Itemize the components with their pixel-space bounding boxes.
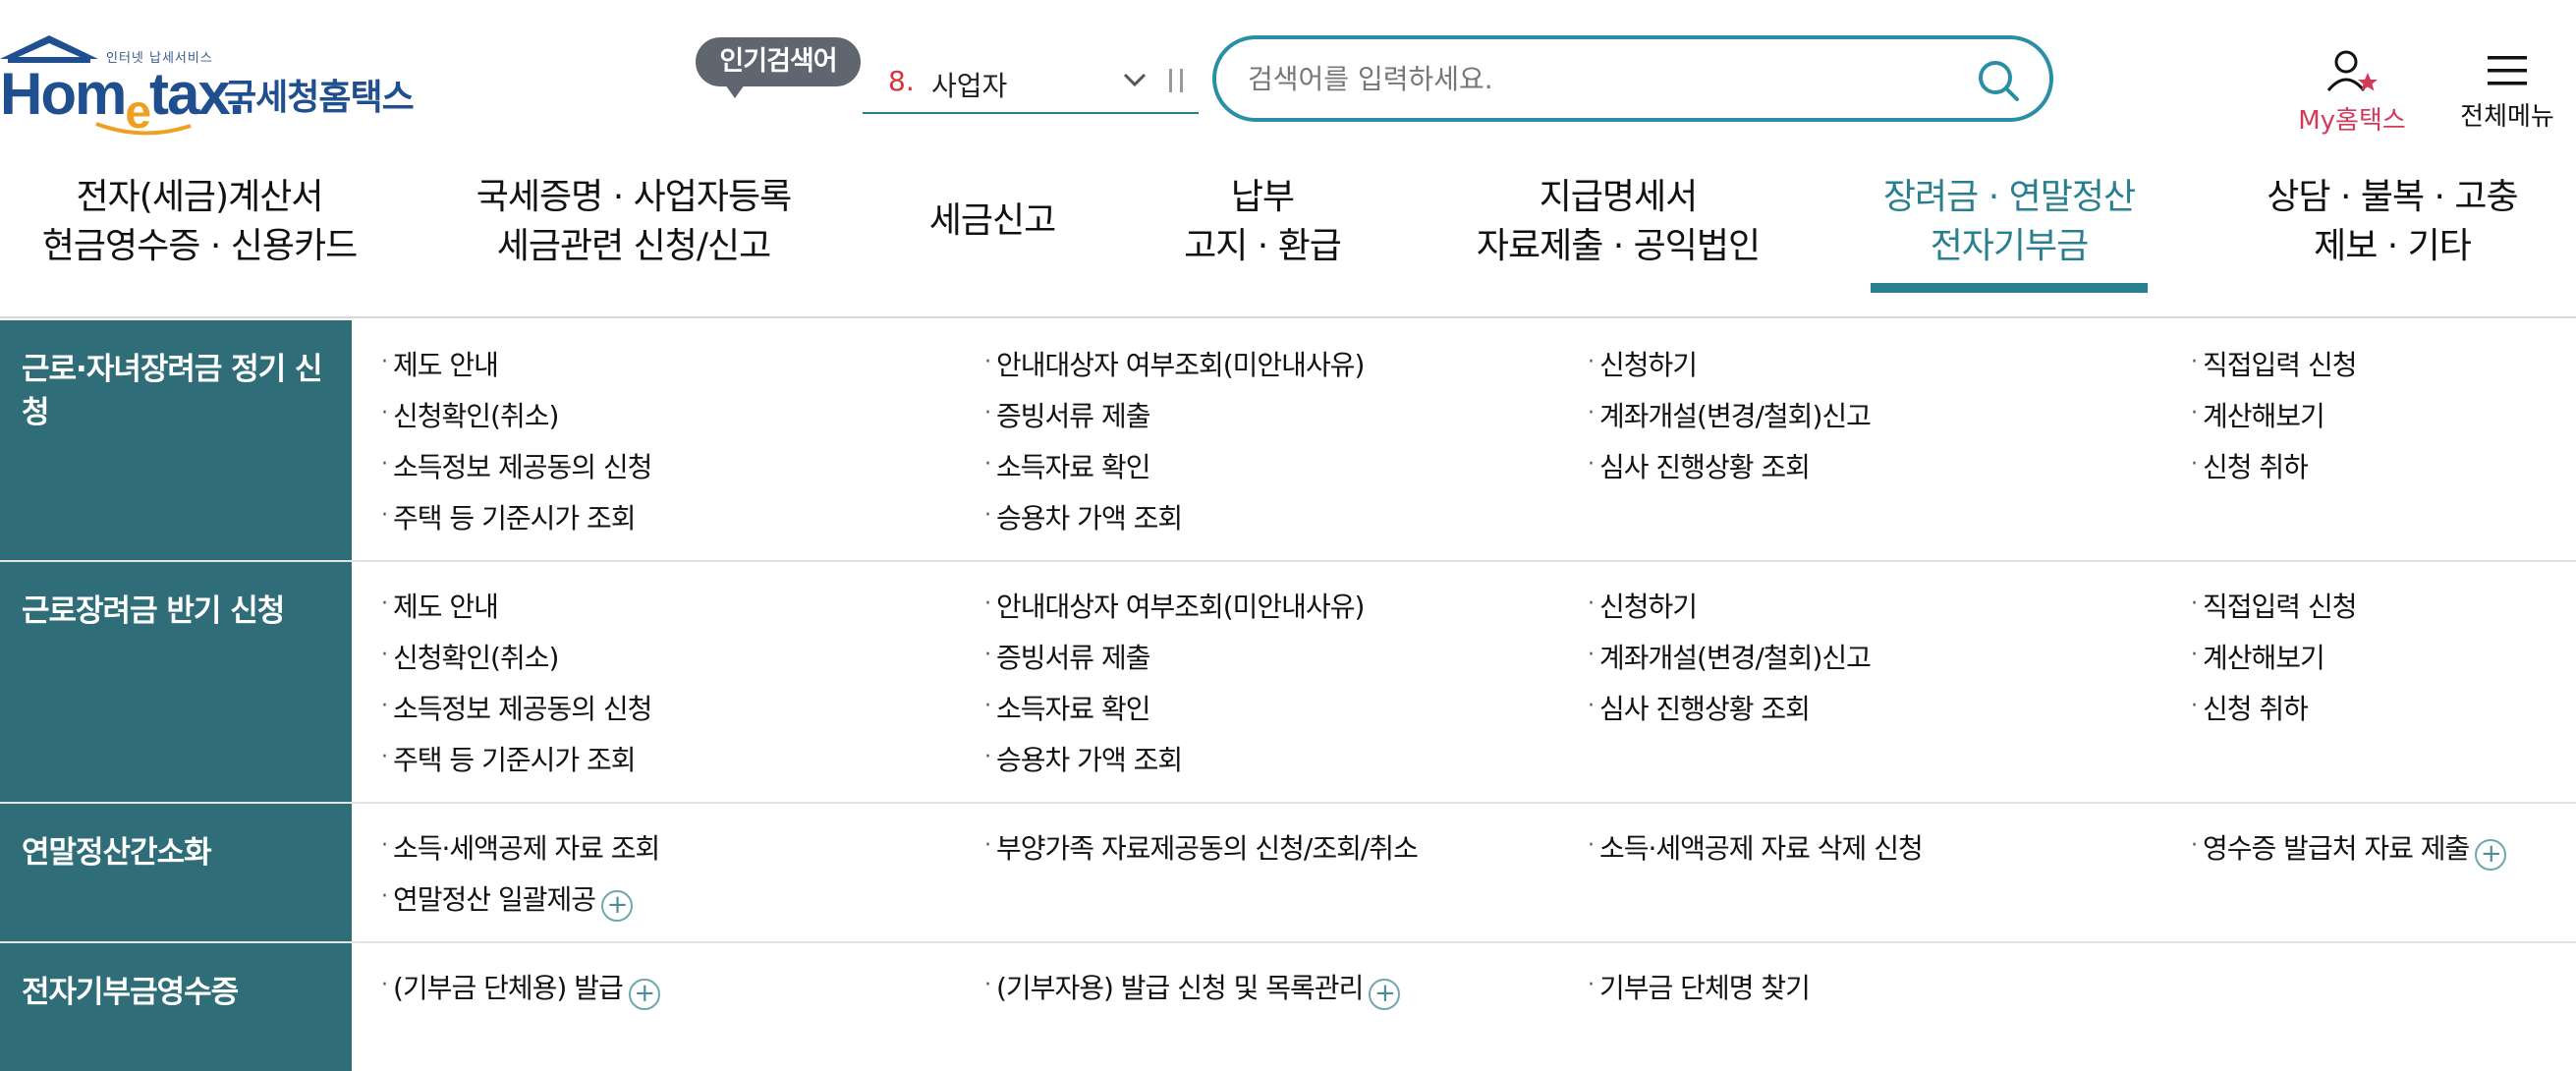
gnb-item-tax-report[interactable]: 세금신고 — [904, 197, 1081, 246]
logo-swoosh — [95, 122, 192, 136]
my-hometax-button[interactable]: My홈택스 — [2283, 49, 2421, 141]
link-item[interactable]: 소득정보 제공동의 신청 — [381, 688, 652, 727]
header: 인터넷 납세서비스 Hometax. 국세청홈택스 인기검색어 8. 사업자 M… — [0, 0, 2576, 157]
chevron-down-icon[interactable] — [1120, 65, 1149, 101]
link-item[interactable]: 안내대상자 여부조회(미안내사유) — [984, 586, 1365, 625]
popular-search-rolling[interactable]: 8. 사업자 — [863, 51, 1199, 114]
section-links: 제도 안내 안내대상자 여부조회(미안내사유) 신청하기 직접입력 신청 신청확… — [352, 320, 2576, 560]
plus-circle-icon[interactable]: + — [2475, 839, 2507, 871]
section-title: 연말정산간소화 — [0, 804, 352, 941]
submenu-panel: 근로·자녀장려금 정기 신청 제도 안내 안내대상자 여부조회(미안내사유) 신… — [0, 320, 2576, 1071]
link-item[interactable]: 직접입력 신청 — [2191, 586, 2357, 625]
link-item[interactable]: 심사 진행상황 조회 — [1588, 688, 1811, 727]
link-item[interactable]: 증빙서류 제출 — [984, 395, 1150, 434]
gnb-item-certificate[interactable]: 국세증명 · 사업자등록 세금관련 신청/신고 — [462, 173, 806, 271]
link-item[interactable]: 증빙서류 제출 — [984, 637, 1150, 676]
link-item[interactable]: 계좌개설(변경/철회)신고 — [1588, 395, 1872, 434]
gnb-item-payment[interactable]: 납부 고지 · 환급 — [1159, 173, 1366, 271]
pause-icon[interactable] — [1169, 69, 1183, 92]
link-item-with-plus[interactable]: (기부금 단체용) 발급+ — [381, 967, 660, 1010]
link-item[interactable]: 승용차 가액 조회 — [984, 497, 1183, 536]
gnb-active-indicator — [1871, 283, 2148, 293]
link-item-with-plus[interactable]: 영수증 발급처 자료 제출+ — [2191, 827, 2507, 871]
gnb-item-invoice[interactable]: 전자(세금)계산서 현금영수증 · 신용카드 — [29, 173, 369, 271]
all-menu-label: 전체메뉴 — [2460, 102, 2554, 132]
link-item[interactable]: 소득정보 제공동의 신청 — [381, 446, 652, 485]
popular-search-badge: 인기검색어 — [696, 37, 861, 98]
logo-korean: 국세청홈택스 — [224, 78, 415, 118]
link-item-with-plus[interactable]: (기부자용) 발급 신청 및 목록관리+ — [984, 967, 1401, 1010]
section-links: (기부금 단체용) 발급+ (기부자용) 발급 신청 및 목록관리+ 기부금 단… — [352, 943, 2576, 1071]
section-e-donation-receipt: 전자기부금영수증 (기부금 단체용) 발급+ (기부자용) 발급 신청 및 목록… — [0, 943, 2576, 1071]
all-menu-button[interactable]: 전체메뉴 — [2450, 53, 2564, 141]
popular-rank-word[interactable]: 사업자 — [931, 65, 1007, 104]
link-item[interactable]: 계좌개설(변경/철회)신고 — [1588, 637, 1872, 676]
search-box — [1212, 35, 2053, 122]
link-item[interactable]: 신청확인(취소) — [381, 395, 559, 434]
link-item[interactable]: 신청하기 — [1588, 586, 1698, 625]
popular-rank-number: 8. — [888, 65, 915, 97]
section-semiannual-incentive: 근로장려금 반기 신청 제도 안내 안내대상자 여부조회(미안내사유) 신청하기… — [0, 562, 2576, 804]
link-item[interactable]: 소득·세액공제 자료 조회 — [381, 827, 660, 867]
link-item[interactable]: 안내대상자 여부조회(미안내사유) — [984, 344, 1365, 383]
link-item[interactable]: 기부금 단체명 찾기 — [1588, 967, 1811, 1006]
link-item[interactable]: 제도 안내 — [381, 586, 499, 625]
section-title: 근로·자녀장려금 정기 신청 — [0, 320, 352, 560]
search-input[interactable] — [1248, 57, 1935, 100]
my-hometax-label: My홈택스 — [2298, 106, 2406, 136]
link-item[interactable]: 신청 취하 — [2191, 688, 2309, 727]
hometax-logo[interactable]: 인터넷 납세서비스 Hometax. 국세청홈택스 — [0, 31, 422, 140]
link-item[interactable]: 소득자료 확인 — [984, 688, 1150, 727]
link-item[interactable]: 신청하기 — [1588, 344, 1698, 383]
plus-circle-icon[interactable]: + — [600, 890, 633, 922]
section-year-end-simplified: 연말정산간소화 소득·세액공제 자료 조회 부양가족 자료제공동의 신청/조회/… — [0, 804, 2576, 943]
link-item[interactable]: 주택 등 기준시가 조회 — [381, 497, 637, 536]
link-item[interactable]: 부양가족 자료제공동의 신청/조회/취소 — [984, 827, 1419, 867]
link-item[interactable]: 소득·세액공제 자료 삭제 신청 — [1588, 827, 1924, 867]
link-item[interactable]: 신청 취하 — [2191, 446, 2309, 485]
gnb-item-statement[interactable]: 지급명세서 자료제출 · 공익법인 — [1456, 173, 1780, 271]
link-item-with-plus[interactable]: 연말정산 일괄제공+ — [381, 878, 633, 922]
search-icon[interactable] — [1975, 57, 2022, 104]
hamburger-icon — [2488, 56, 2527, 85]
link-item[interactable]: 제도 안내 — [381, 344, 499, 383]
link-item[interactable]: 직접입력 신청 — [2191, 344, 2357, 383]
link-item[interactable]: 소득자료 확인 — [984, 446, 1150, 485]
section-title: 근로장려금 반기 신청 — [0, 562, 352, 802]
global-nav: 전자(세금)계산서 현금영수증 · 신용카드 국세증명 · 사업자등록 세금관련… — [0, 169, 2576, 318]
link-item[interactable]: 계산해보기 — [2191, 395, 2325, 434]
section-links: 소득·세액공제 자료 조회 부양가족 자료제공동의 신청/조회/취소 소득·세액… — [352, 804, 2576, 941]
section-links: 제도 안내 안내대상자 여부조회(미안내사유) 신청하기 직접입력 신청 신청확… — [352, 562, 2576, 802]
plus-circle-icon[interactable]: + — [628, 979, 660, 1010]
user-star-icon — [2326, 50, 2378, 91]
section-title: 전자기부금영수증 — [0, 943, 352, 1071]
link-item[interactable]: 심사 진행상황 조회 — [1588, 446, 1811, 485]
link-item[interactable]: 주택 등 기준시가 조회 — [381, 739, 637, 778]
link-item[interactable]: 승용차 가액 조회 — [984, 739, 1183, 778]
link-item[interactable]: 계산해보기 — [2191, 637, 2325, 676]
gnb-item-incentive[interactable]: 장려금 · 연말정산 전자기부금 — [1871, 173, 2148, 271]
link-item[interactable]: 신청확인(취소) — [381, 637, 559, 676]
gnb-item-consult[interactable]: 상담 · 불복 · 고충 제보 · 기타 — [2250, 173, 2535, 271]
section-periodic-incentive: 근로·자녀장려금 정기 신청 제도 안내 안내대상자 여부조회(미안내사유) 신… — [0, 320, 2576, 562]
plus-circle-icon[interactable]: + — [1369, 979, 1401, 1010]
